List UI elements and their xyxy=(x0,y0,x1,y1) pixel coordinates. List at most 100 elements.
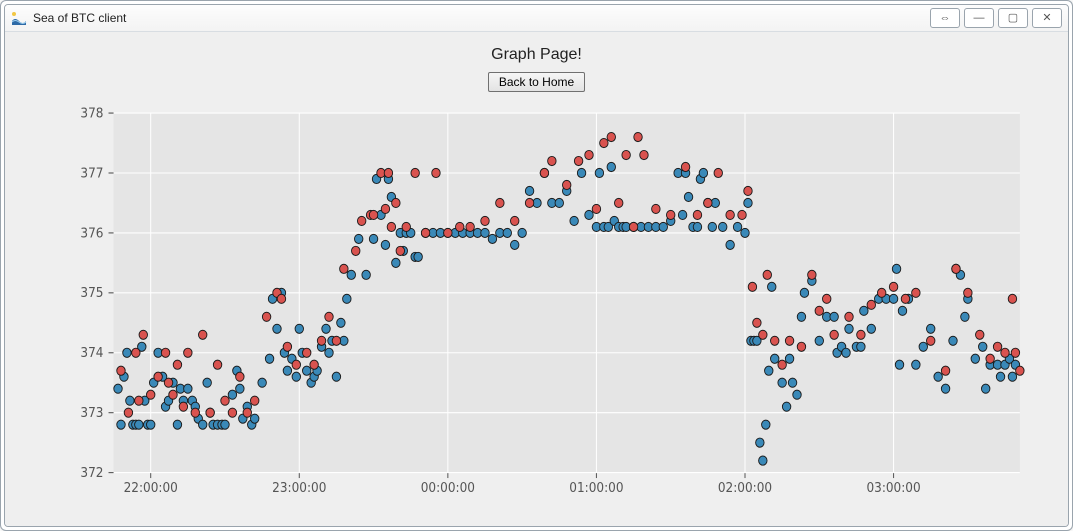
data-point xyxy=(548,156,556,165)
data-point xyxy=(221,396,229,405)
data-point xyxy=(726,210,734,219)
data-point xyxy=(860,306,868,315)
close-button[interactable]: ✕ xyxy=(1032,8,1062,28)
data-point xyxy=(117,420,125,429)
data-point xyxy=(961,312,969,321)
data-point xyxy=(815,306,823,315)
x-tick-label: 23:00:00 xyxy=(272,480,326,496)
data-point xyxy=(971,354,979,363)
data-point xyxy=(317,336,325,345)
data-point xyxy=(179,402,187,411)
data-point xyxy=(889,282,897,291)
data-point xyxy=(154,372,162,381)
data-point xyxy=(340,264,348,273)
data-point xyxy=(283,342,291,351)
data-point xyxy=(614,198,622,207)
data-point xyxy=(198,420,206,429)
data-point xyxy=(258,378,266,387)
data-point xyxy=(414,252,422,261)
data-point xyxy=(387,222,395,231)
data-point xyxy=(126,396,134,405)
data-point xyxy=(981,384,989,393)
data-point xyxy=(1011,348,1019,357)
data-point xyxy=(135,396,143,405)
data-point xyxy=(912,288,920,297)
data-point xyxy=(525,186,533,195)
data-point xyxy=(797,342,805,351)
minimize-button[interactable]: — xyxy=(964,8,994,28)
x-tick-label: 01:00:00 xyxy=(569,480,623,496)
data-point xyxy=(146,420,154,429)
data-point xyxy=(525,198,533,207)
title-bar[interactable]: Sea of BTC client ⇔ — ▢ ✕ xyxy=(5,5,1068,32)
data-point xyxy=(203,378,211,387)
data-point xyxy=(815,336,823,345)
data-point xyxy=(352,246,360,255)
data-point xyxy=(741,228,749,237)
data-point xyxy=(867,324,875,333)
data-point xyxy=(901,294,909,303)
data-point xyxy=(726,240,734,249)
data-point xyxy=(800,288,808,297)
data-point xyxy=(770,354,778,363)
y-tick-label: 376 xyxy=(80,225,103,241)
data-point xyxy=(124,408,132,417)
page-title: Graph Page! xyxy=(491,46,582,64)
y-tick-label: 373 xyxy=(80,405,103,421)
data-point xyxy=(867,300,875,309)
data-point xyxy=(117,366,125,375)
data-point xyxy=(332,372,340,381)
data-point xyxy=(857,330,865,339)
data-point xyxy=(785,354,793,363)
undock-button[interactable]: ⇔ xyxy=(930,8,960,28)
data-point xyxy=(432,168,440,177)
data-point xyxy=(503,228,511,237)
data-point xyxy=(392,198,400,207)
data-point xyxy=(659,222,667,231)
data-point xyxy=(510,216,518,225)
data-point xyxy=(381,204,389,213)
data-point xyxy=(895,360,903,369)
data-point xyxy=(778,360,786,369)
data-point xyxy=(718,222,726,231)
data-point xyxy=(236,384,244,393)
data-point xyxy=(206,408,214,417)
data-point xyxy=(262,312,270,321)
data-point xyxy=(343,294,351,303)
data-point xyxy=(555,198,563,207)
data-point xyxy=(986,354,994,363)
data-point xyxy=(941,384,949,393)
data-point xyxy=(964,288,972,297)
data-point xyxy=(857,342,865,351)
data-point xyxy=(1016,366,1024,375)
price-scatter-chart[interactable]: 22:00:0023:00:0000:00:0001:00:0002:00:00… xyxy=(33,100,1040,514)
data-point xyxy=(629,222,637,231)
data-point xyxy=(607,132,615,141)
data-point xyxy=(384,168,392,177)
data-point xyxy=(753,318,761,327)
data-point xyxy=(681,162,689,171)
data-point xyxy=(592,204,600,213)
data-point xyxy=(173,420,181,429)
data-point xyxy=(295,324,303,333)
data-point xyxy=(132,348,140,357)
chart-container: 22:00:0023:00:0000:00:0001:00:0002:00:00… xyxy=(5,92,1068,526)
data-point xyxy=(369,234,377,243)
maximize-button[interactable]: ▢ xyxy=(998,8,1028,28)
data-point xyxy=(292,360,300,369)
data-point xyxy=(228,408,236,417)
x-tick-label: 22:00:00 xyxy=(124,480,178,496)
data-point xyxy=(949,336,957,345)
x-tick-label: 03:00:00 xyxy=(866,480,920,496)
back-to-home-button[interactable]: Back to Home xyxy=(488,72,585,92)
data-point xyxy=(322,324,330,333)
data-point xyxy=(748,282,756,291)
data-point xyxy=(822,294,830,303)
data-point xyxy=(898,306,906,315)
data-point xyxy=(347,270,355,279)
x-tick-label: 02:00:00 xyxy=(718,480,772,496)
data-point xyxy=(325,348,333,357)
data-point xyxy=(362,270,370,279)
data-point xyxy=(797,312,805,321)
data-point xyxy=(236,372,244,381)
